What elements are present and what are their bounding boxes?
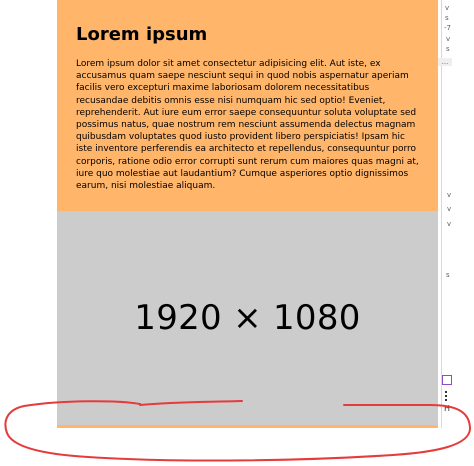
card-title: Lorem ipsum (76, 24, 208, 45)
rail-ellipsis-button[interactable]: ... (438, 58, 452, 66)
rail-text-top-4: v (446, 35, 451, 43)
card-body-text: Lorem ipsum dolor sit amet consectetur a… (76, 59, 419, 192)
rail-text-top-5: s (446, 45, 450, 53)
rail-marker-1: v (447, 191, 452, 199)
rail-marker-4: s (446, 271, 450, 279)
more-options-dot-1 (445, 391, 447, 393)
rail-marker-3: v (447, 220, 452, 228)
card-footer-strip (57, 425, 438, 428)
rail-marker-2: v (447, 205, 452, 213)
rail-text-top-3: -7 (444, 24, 451, 32)
rail-text-top-2: s (445, 14, 449, 22)
rail-letter-h: H (444, 404, 451, 413)
more-options-dot-3 (445, 399, 447, 401)
more-options-icon[interactable] (444, 391, 448, 403)
image-placeholder: 1920 × 1080 (57, 211, 438, 426)
inspector-icon[interactable] (442, 375, 452, 385)
card-content: Lorem ipsum Lorem ipsum dolor sit amet c… (76, 24, 420, 192)
rail-text-top-1: v (445, 4, 450, 12)
image-dimensions-label: 1920 × 1080 (134, 298, 361, 338)
more-options-dot-2 (445, 395, 447, 397)
